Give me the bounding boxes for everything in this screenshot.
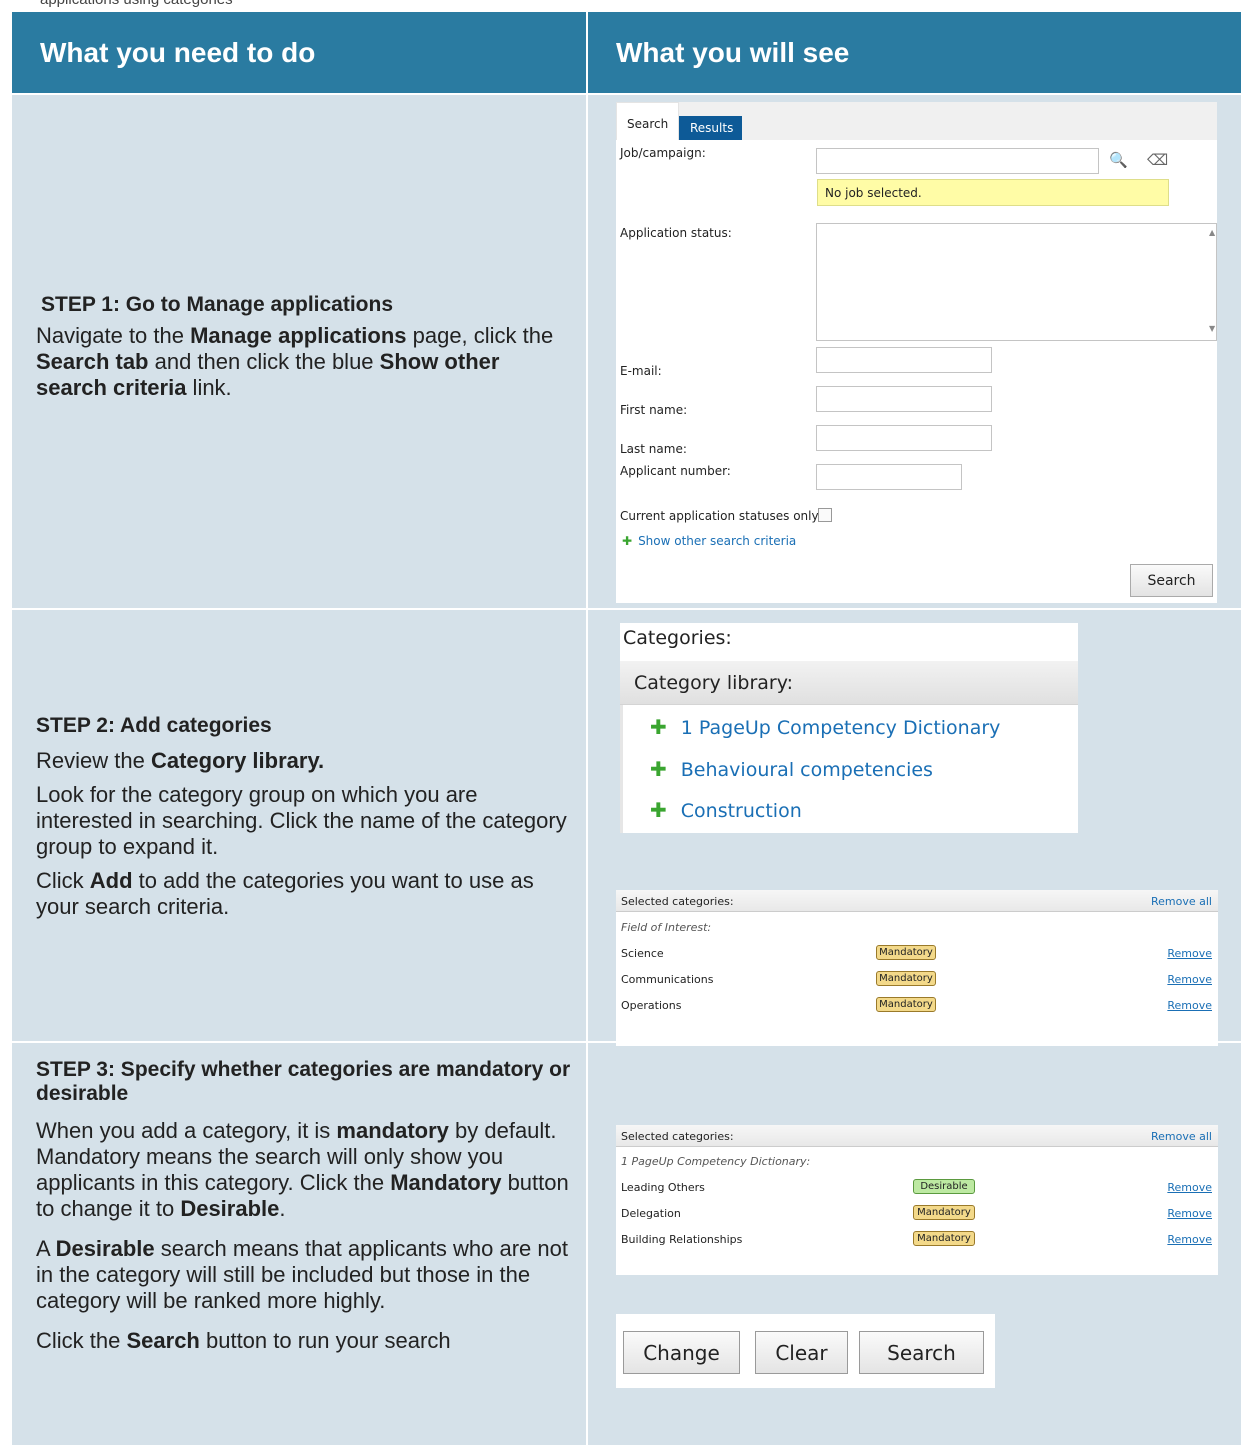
step3-text: STEP 3: Specify whether categories are m…	[36, 1058, 576, 1362]
category-library-header: Category library:	[620, 661, 1078, 705]
remove-link[interactable]: Remove	[1167, 1233, 1212, 1246]
selected-title: Selected categories:	[621, 1130, 734, 1143]
category-name: Delegation	[621, 1207, 681, 1220]
step3-title: STEP 3: Specify whether categories are m…	[36, 1058, 571, 1105]
step3-p2: A Desirable search means that applicants…	[36, 1236, 568, 1313]
selected-title: Selected categories:	[621, 895, 734, 908]
column-divider	[586, 12, 588, 1445]
library-item[interactable]: ✚ Construction	[650, 798, 802, 822]
library-edge	[620, 705, 623, 833]
plus-icon: ✚	[622, 534, 633, 548]
binoculars-icon[interactable]: 🔍	[1109, 151, 1128, 169]
eraser-icon[interactable]: ⌫	[1147, 151, 1168, 169]
category-name: Leading Others	[621, 1181, 705, 1194]
current-statuses-label: Current application statuses only:	[620, 509, 822, 523]
remove-link[interactable]: Remove	[1167, 1207, 1212, 1220]
plus-icon: ✚	[650, 757, 667, 781]
current-statuses-checkbox[interactable]	[818, 508, 832, 522]
mandatory-button[interactable]: Mandatory	[876, 971, 936, 986]
group-label: Field of Interest:	[621, 921, 712, 934]
selected-header: Selected categories: Remove all	[616, 1125, 1218, 1147]
mandatory-button[interactable]: Mandatory	[876, 997, 936, 1012]
first-name-label: First name:	[620, 403, 688, 417]
desirable-button[interactable]: Desirable	[913, 1179, 975, 1194]
category-library-screenshot: Categories: Category library: ✚ 1 PageUp …	[620, 623, 1078, 833]
job-notice: No job selected.	[817, 179, 1169, 206]
step2-text: STEP 2: Add categories Review the Catego…	[36, 714, 576, 928]
job-label: Job/campaign:	[620, 146, 706, 160]
search-form-screenshot: Search Results Job/campaign: 🔍 ⌫ No job …	[616, 102, 1217, 603]
search-button[interactable]: Search	[859, 1331, 984, 1374]
selected-header: Selected categories: Remove all	[616, 890, 1218, 912]
mandatory-button[interactable]: Mandatory	[913, 1205, 975, 1220]
group-label: 1 PageUp Competency Dictionary:	[621, 1155, 811, 1168]
first-name-field[interactable]	[816, 386, 992, 412]
show-other-criteria-link[interactable]: ✚ Show other search criteria	[622, 534, 796, 548]
category-name: Science	[621, 947, 664, 960]
step1-title: STEP 1: Go to Manage applications	[41, 293, 394, 316]
tab-results[interactable]: Results	[679, 116, 742, 140]
category-name: Building Relationships	[621, 1233, 743, 1246]
email-label: E-mail:	[620, 364, 662, 378]
plus-icon: ✚	[650, 798, 667, 822]
last-name-field[interactable]	[816, 425, 992, 451]
remove-link[interactable]: Remove	[1167, 973, 1212, 986]
search-button[interactable]: Search	[1130, 564, 1213, 597]
action-buttons-screenshot: Change Clear Search	[616, 1314, 995, 1388]
library-item[interactable]: ✚ 1 PageUp Competency Dictionary	[650, 715, 1000, 739]
row-divider	[12, 93, 1241, 95]
scroll-up-icon[interactable]: ▲	[1209, 228, 1215, 237]
remove-link[interactable]: Remove	[1167, 947, 1212, 960]
remove-link[interactable]: Remove	[1167, 1181, 1212, 1194]
email-field[interactable]	[816, 347, 992, 373]
step1-text: STEP 1: Go to Manage applications Naviga…	[36, 293, 576, 409]
categories-title: Categories:	[623, 627, 732, 649]
status-listbox[interactable]	[816, 223, 1217, 341]
remove-all-link[interactable]: Remove all	[1151, 1130, 1212, 1143]
step2-title: STEP 2: Add categories	[36, 714, 272, 737]
last-name-label: Last name:	[620, 442, 687, 456]
step2-p3: Click Add to add the categories you want…	[36, 868, 534, 919]
scroll-down-icon[interactable]: ▼	[1209, 324, 1215, 333]
tab-search[interactable]: Search	[616, 102, 679, 140]
plus-icon: ✚	[650, 715, 667, 739]
step2-p2: Look for the category group on which you…	[36, 782, 567, 859]
change-button[interactable]: Change	[623, 1331, 740, 1374]
header-left: What you need to do	[12, 12, 586, 93]
mandatory-button[interactable]: Mandatory	[876, 945, 936, 960]
selected-categories-panel: Selected categories: Remove all Field of…	[616, 890, 1218, 1046]
selected-categories-panel: Selected categories: Remove all 1 PageUp…	[616, 1125, 1218, 1275]
step2-p1: Review the Category library.	[36, 748, 325, 773]
category-name: Operations	[621, 999, 682, 1012]
header-right: What you will see	[588, 12, 1241, 93]
status-label: Application status:	[620, 226, 732, 240]
row-divider	[12, 608, 1241, 610]
clear-button[interactable]: Clear	[755, 1331, 848, 1374]
instruction-table: What you need to do What you will see ST…	[12, 12, 1241, 1445]
step3-p3: Click the Search button to run your sear…	[36, 1328, 451, 1353]
applicant-number-field[interactable]	[816, 464, 962, 490]
mandatory-button[interactable]: Mandatory	[913, 1231, 975, 1246]
step1-body: Navigate to the Manage applications page…	[36, 323, 554, 400]
remove-link[interactable]: Remove	[1167, 999, 1212, 1012]
step3-p1: When you add a category, it is mandatory…	[36, 1118, 569, 1221]
applicant-number-label: Applicant number:	[620, 464, 731, 478]
job-field[interactable]	[816, 148, 1099, 174]
category-name: Communications	[621, 973, 714, 986]
remove-all-link[interactable]: Remove all	[1151, 895, 1212, 908]
top-cut-text: applications using categories	[0, 0, 1241, 12]
library-item[interactable]: ✚ Behavioural competencies	[650, 757, 933, 781]
